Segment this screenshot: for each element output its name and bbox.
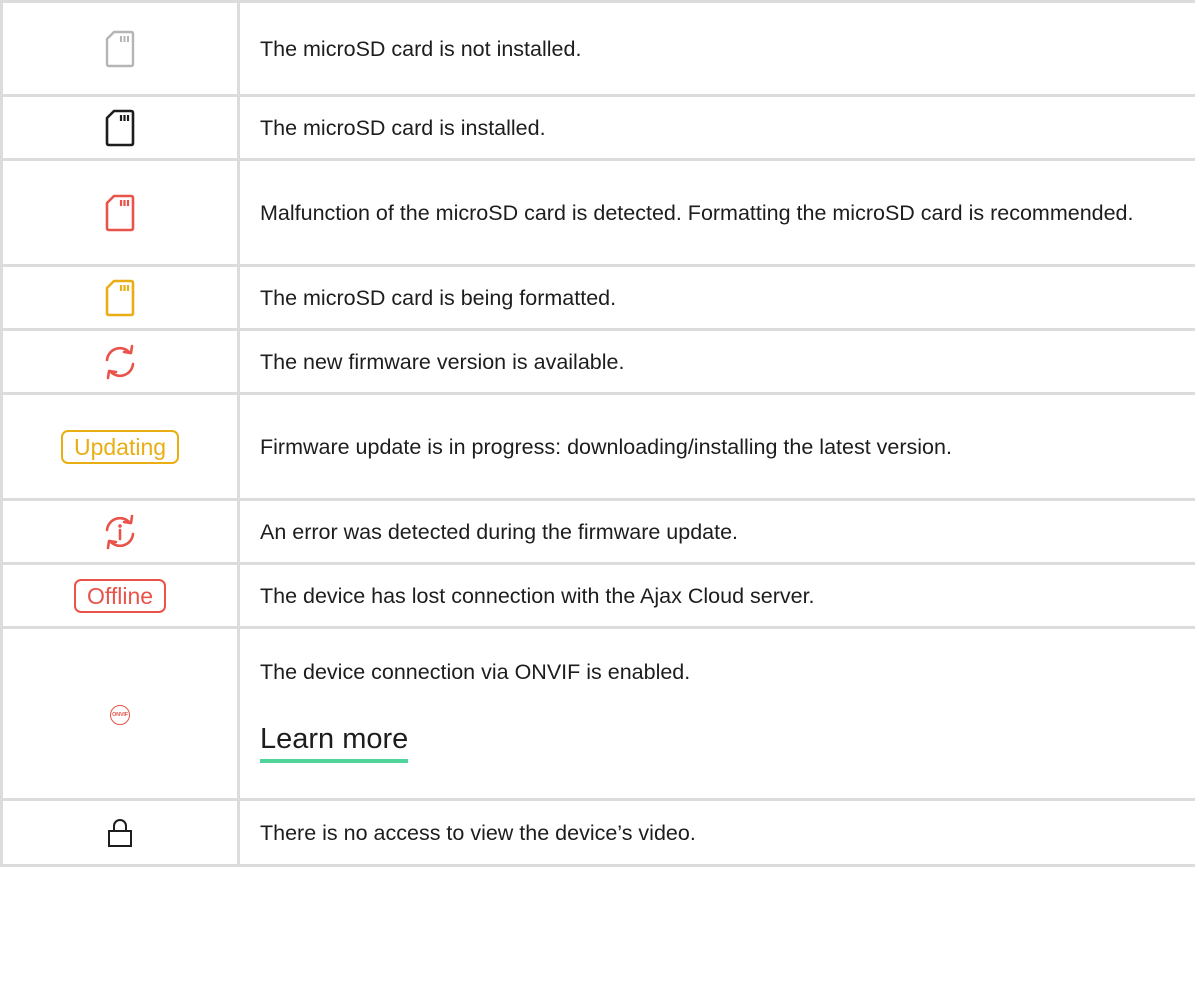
row-description-cell: The device connection via ONVIF is enabl… bbox=[237, 626, 1195, 801]
table-row: An error was detected during the firmwar… bbox=[0, 498, 1195, 565]
table-row: The microSD card is being formatted. bbox=[0, 264, 1195, 331]
icon-cell bbox=[0, 158, 240, 267]
status-icon-table: The microSD card is not installed. The m… bbox=[0, 0, 1195, 867]
icon-cell bbox=[0, 0, 240, 97]
microsd-card-dark-icon bbox=[105, 109, 135, 147]
row-description: The microSD card is installed. bbox=[237, 94, 1195, 161]
icon-cell: Updating bbox=[0, 392, 240, 501]
icon-cell bbox=[0, 798, 240, 867]
row-description: Malfunction of the microSD card is detec… bbox=[237, 158, 1195, 267]
icon-cell: ONVIF bbox=[0, 626, 240, 801]
microsd-card-red-icon bbox=[105, 194, 135, 232]
row-description: The microSD card is not installed. bbox=[237, 0, 1195, 97]
row-description: The device has lost connection with the … bbox=[237, 562, 1195, 629]
refresh-info-icon bbox=[102, 514, 138, 550]
onvif-icon: ONVIF bbox=[110, 704, 130, 725]
table-row: ONVIF The device connection via ONVIF is… bbox=[0, 626, 1195, 801]
offline-badge: Offline bbox=[73, 578, 167, 613]
table-row: The new firmware version is available. bbox=[0, 328, 1195, 395]
updating-badge: Updating bbox=[60, 429, 180, 464]
icon-cell: Offline bbox=[0, 562, 240, 629]
table-row: There is no access to view the device’s … bbox=[0, 798, 1195, 867]
lock-icon bbox=[107, 818, 133, 848]
row-description: There is no access to view the device’s … bbox=[237, 798, 1195, 867]
icon-cell bbox=[0, 94, 240, 161]
row-description: The microSD card is being formatted. bbox=[237, 264, 1195, 331]
table-row: Updating Firmware update is in progress:… bbox=[0, 392, 1195, 501]
refresh-arrows-icon bbox=[102, 344, 138, 380]
microsd-card-gray-icon bbox=[105, 30, 135, 68]
row-description: The new firmware version is available. bbox=[237, 328, 1195, 395]
icon-cell bbox=[0, 328, 240, 395]
row-description: An error was detected during the firmwar… bbox=[237, 498, 1195, 565]
row-description: The device connection via ONVIF is enabl… bbox=[260, 660, 691, 684]
table-row: Offline The device has lost connection w… bbox=[0, 562, 1195, 629]
icon-cell bbox=[0, 264, 240, 331]
learn-more-link[interactable]: Learn more bbox=[260, 721, 409, 763]
icon-cell bbox=[0, 498, 240, 565]
microsd-card-yellow-icon bbox=[105, 279, 135, 317]
table-row: The microSD card is not installed. bbox=[0, 0, 1195, 97]
table-row: The microSD card is installed. bbox=[0, 94, 1195, 161]
row-description: Firmware update is in progress: download… bbox=[237, 392, 1195, 501]
table-row: Malfunction of the microSD card is detec… bbox=[0, 158, 1195, 267]
